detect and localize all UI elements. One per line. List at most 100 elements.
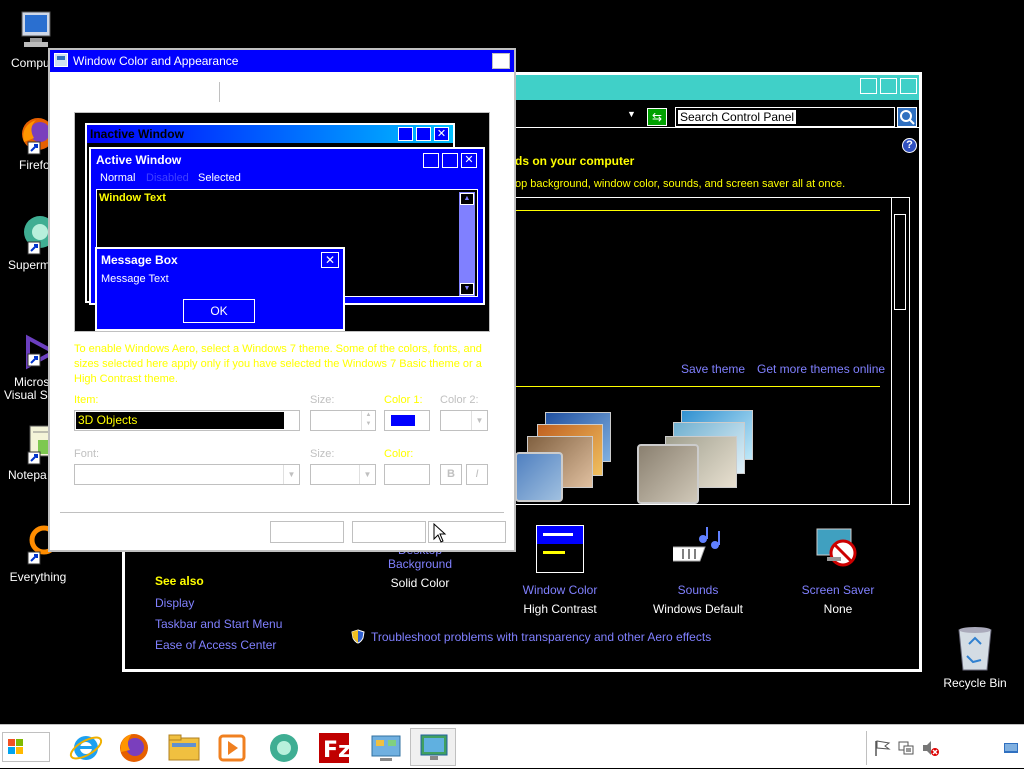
preview-maximize-icon xyxy=(416,127,431,141)
desktop-icon-label: Everything xyxy=(9,570,67,584)
preview-maximize-icon xyxy=(442,153,458,168)
desktop-icon-label: Recycle Bin xyxy=(943,676,1007,690)
close-button[interactable] xyxy=(900,78,917,94)
screen-saver-item[interactable]: Screen Saver None xyxy=(783,525,893,625)
divider xyxy=(515,210,880,211)
font-color-picker[interactable] xyxy=(384,464,430,485)
action-center-flag-icon[interactable] xyxy=(873,739,891,760)
item-value: None xyxy=(823,602,853,616)
appearance-preview: Inactive Window ✕ Active Window ✕ Normal… xyxy=(74,112,490,332)
shield-icon xyxy=(351,629,365,644)
taskbar-internet-explorer[interactable] xyxy=(68,730,104,766)
msgbox-text: Message Text xyxy=(101,273,169,285)
personalization-icon xyxy=(420,734,448,760)
divider xyxy=(515,386,880,387)
chevron-down-icon: ▼ xyxy=(359,465,375,484)
msgbox-ok-button: OK xyxy=(183,299,255,323)
supermium-icon xyxy=(270,734,298,762)
address-dropdown-icon[interactable]: ▼ xyxy=(627,109,636,119)
item-value: Solid Color xyxy=(390,576,450,590)
spinner-arrows: ▲ ▼ xyxy=(361,411,375,430)
show-desktop-icon[interactable] xyxy=(1003,741,1019,758)
dialog-close-button[interactable] xyxy=(492,53,510,69)
volume-muted-icon[interactable] xyxy=(921,739,939,760)
maximize-button[interactable] xyxy=(880,78,897,94)
desktop-icon-recycle-bin[interactable]: Recycle Bin xyxy=(937,624,1013,690)
window-color-item[interactable]: Window Color High Contrast xyxy=(505,525,615,625)
color1-label: Color 1: xyxy=(384,394,423,406)
font-size-label: Size: xyxy=(310,448,335,460)
color1-picker[interactable] xyxy=(384,410,430,431)
item-label: Item: xyxy=(74,394,99,406)
taskbar-personalization-active[interactable] xyxy=(410,728,456,766)
refresh-icon[interactable]: ⇆ xyxy=(647,108,667,126)
size-spinner[interactable]: ▲ ▼ xyxy=(310,410,376,431)
font-label: Font: xyxy=(74,448,100,460)
menu-disabled: Disabled xyxy=(146,172,189,184)
taskbar-filezilla[interactable]: Fz xyxy=(316,730,352,766)
bold-button[interactable]: B xyxy=(440,464,462,485)
control-panel-icon xyxy=(371,735,401,761)
active-title: Active Window xyxy=(96,153,182,167)
taskbar-supermium[interactable] xyxy=(266,730,302,766)
preview-minimize-icon xyxy=(423,153,439,168)
see-also-taskbar-link[interactable]: Taskbar and Start Menu xyxy=(155,617,282,631)
dialog-app-icon xyxy=(54,53,68,67)
theme-thumbnail[interactable] xyxy=(637,408,757,504)
font-size-select[interactable]: ▼ xyxy=(310,464,376,485)
item-title: Sounds xyxy=(677,583,719,597)
help-icon[interactable]: ? xyxy=(902,138,917,153)
taskbar-file-explorer[interactable] xyxy=(166,730,202,766)
ok-button[interactable] xyxy=(270,521,344,543)
network-icon[interactable] xyxy=(897,739,915,760)
chevron-down-icon: ▼ xyxy=(283,465,299,484)
info-text: To enable Windows Aero, select a Windows… xyxy=(74,343,482,385)
svg-text:Fz: Fz xyxy=(323,738,351,763)
save-theme-link[interactable]: Save theme xyxy=(681,362,745,376)
see-also-ease-link[interactable]: Ease of Access Center xyxy=(155,638,276,652)
chevron-down-icon: ▼ xyxy=(471,411,487,430)
windows-logo-icon xyxy=(8,739,23,754)
taskbar-firefox[interactable] xyxy=(116,730,152,766)
minimize-button[interactable] xyxy=(860,78,877,94)
get-more-themes-link[interactable]: Get more themes online xyxy=(757,362,885,376)
dialog-titlebar: Window Color and Appearance xyxy=(50,50,514,72)
dialog-title: Window Color and Appearance xyxy=(73,54,239,68)
preview-minimize-icon xyxy=(398,127,413,141)
sounds-icon xyxy=(663,525,723,573)
msgbox-title: Message Box xyxy=(101,253,178,267)
search-button[interactable] xyxy=(897,107,917,127)
font-select[interactable]: ▼ xyxy=(74,464,300,485)
page-heading: ds on your computer xyxy=(515,154,635,168)
recycle-bin-icon xyxy=(953,624,997,671)
cancel-button[interactable] xyxy=(352,521,426,543)
see-also-title: See also xyxy=(155,574,204,588)
color1-swatch xyxy=(391,415,415,426)
mouse-cursor-icon xyxy=(433,522,447,546)
item-select[interactable]: 3D Objects xyxy=(74,410,300,431)
item-select-value: 3D Objects xyxy=(76,412,284,429)
italic-button[interactable]: I xyxy=(466,464,488,485)
themes-listbox[interactable]: Save theme Get more themes online xyxy=(515,197,910,505)
color2-picker[interactable]: ▼ xyxy=(440,410,488,431)
color2-label: Color 2: xyxy=(440,394,479,406)
scroll-thumb[interactable] xyxy=(894,214,906,310)
dialog-separator xyxy=(60,512,504,513)
msgbox-close-icon: ✕ xyxy=(321,252,339,268)
preview-close-icon: ✕ xyxy=(434,127,449,141)
scrollbar[interactable] xyxy=(891,198,908,504)
sounds-item[interactable]: Sounds Windows Default xyxy=(643,525,753,625)
tab-divider xyxy=(219,82,220,102)
see-also-display-link[interactable]: Display xyxy=(155,596,194,610)
taskbar-control-panel[interactable] xyxy=(368,730,404,766)
search-icon xyxy=(900,110,915,125)
search-input[interactable]: Search Control Panel xyxy=(675,107,895,127)
theme-thumbnail[interactable] xyxy=(515,408,625,504)
taskbar-media-player[interactable] xyxy=(214,730,250,766)
troubleshoot-link[interactable]: Troubleshoot problems with transparency … xyxy=(371,630,711,644)
page-subheading: op background, window color, sounds, and… xyxy=(515,178,846,190)
start-button[interactable] xyxy=(2,732,50,762)
window-color-icon xyxy=(536,525,584,573)
window-text: Window Text xyxy=(99,192,166,204)
item-title: Window Color xyxy=(522,583,598,597)
